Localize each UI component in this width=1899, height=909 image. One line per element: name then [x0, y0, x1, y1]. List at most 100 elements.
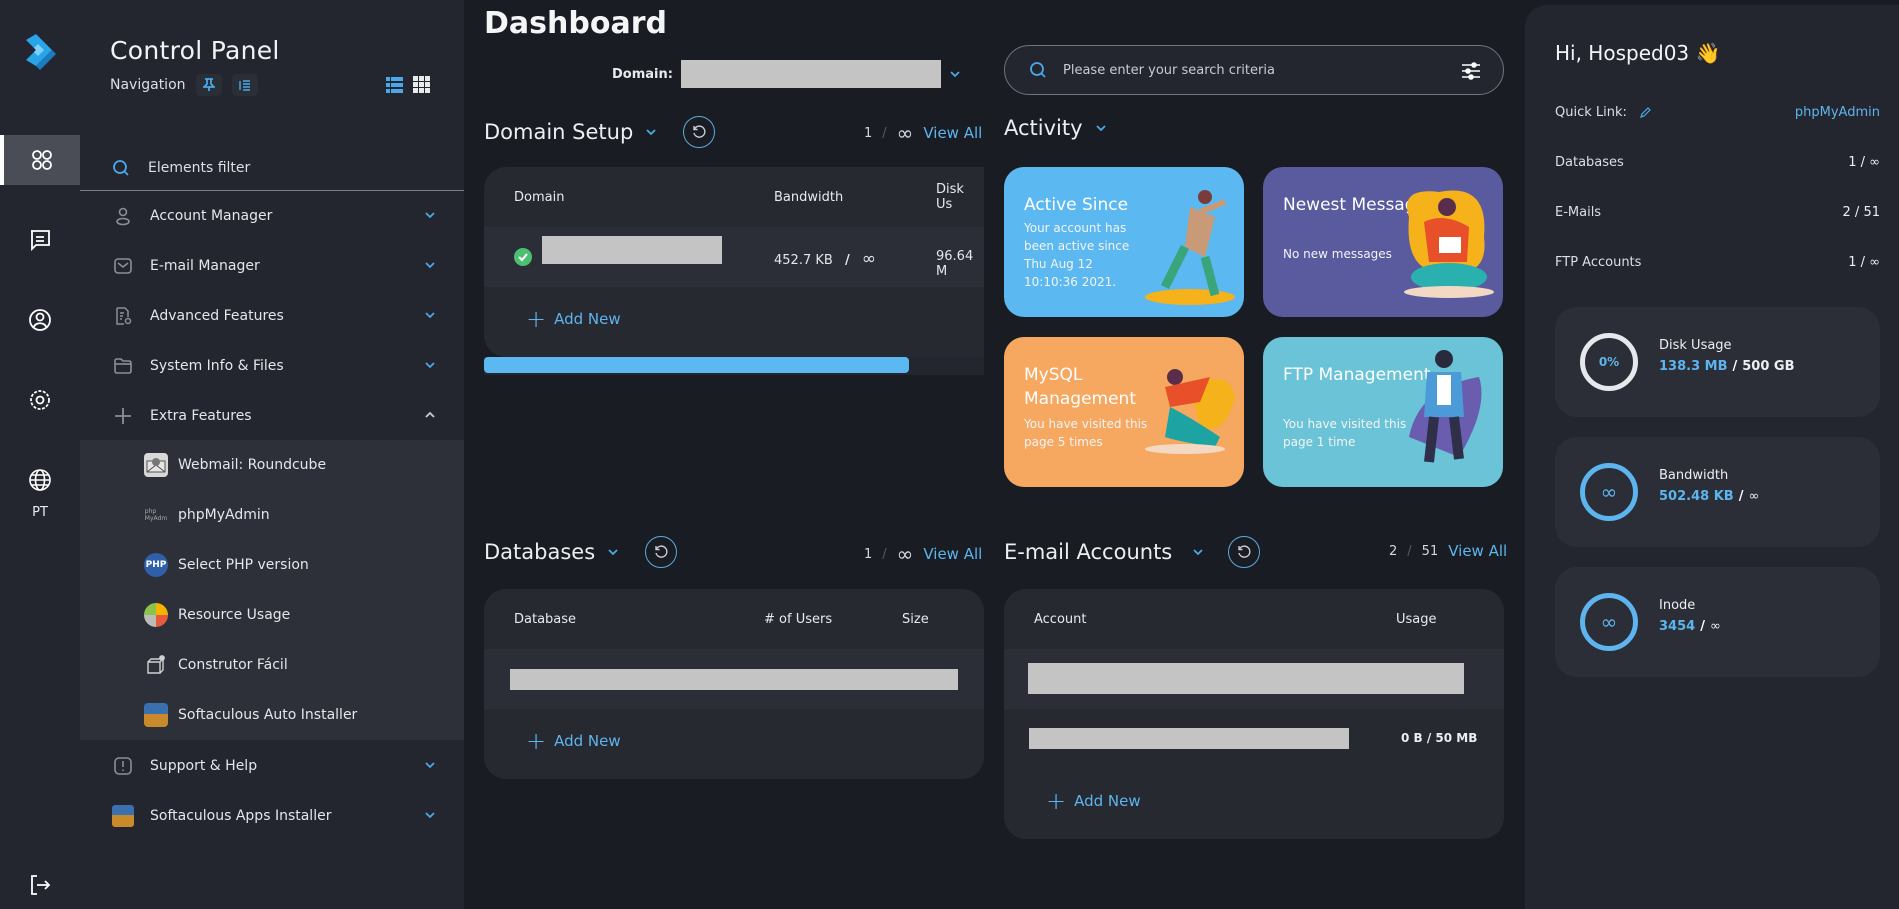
- nav-subtitle: Navigation: [110, 77, 186, 93]
- horizontal-scrollbar-thumb[interactable]: [484, 357, 909, 373]
- domain-setup-header: Domain Setup: [484, 116, 716, 148]
- list-order-button[interactable]: [231, 74, 258, 96]
- disk-usage-card: 0% Disk Usage 138.3 MB/500 GB: [1555, 307, 1880, 417]
- database-add-new-button[interactable]: + Add New: [526, 729, 621, 753]
- plus-icon: +: [526, 727, 547, 755]
- add-new-label: Add New: [554, 732, 621, 750]
- chevron-down-icon: [425, 312, 435, 319]
- search-placeholder: Please enter your search criteria: [1063, 62, 1275, 78]
- domain-setup-refresh-button[interactable]: [683, 116, 716, 148]
- usage-title: Inode: [1659, 598, 1696, 613]
- databases-counter: 1 / ∞ View All: [864, 542, 983, 566]
- builder-icon: [144, 653, 168, 677]
- email-accounts-refresh-button[interactable]: [1228, 536, 1261, 568]
- activity-card-active-since[interactable]: Active Since Your account has been activ…: [1004, 167, 1244, 317]
- submenu-item-resource-usage[interactable]: Resource Usage: [144, 590, 444, 640]
- nav-section-label: Softaculous Apps Installer: [150, 808, 332, 824]
- logout-icon: [31, 875, 51, 895]
- domain-add-new-button[interactable]: + Add New: [526, 307, 621, 331]
- nav-section-label: System Info & Files: [150, 358, 284, 374]
- navigation-panel: Control Panel Navigation Elements filter…: [80, 0, 464, 909]
- limit-value: ∞: [896, 121, 914, 145]
- table-row[interactable]: 0 B / 50 MB: [1004, 709, 1504, 769]
- stat-label: E-Mails: [1555, 205, 1602, 220]
- rail-settings-button[interactable]: [0, 375, 80, 425]
- usage-title: Disk Usage: [1659, 338, 1732, 353]
- domain-setup-title: Domain Setup: [484, 120, 634, 144]
- column-header: Account: [1034, 611, 1087, 627]
- submenu-item-construtor-facil[interactable]: Construtor Fácil: [144, 640, 444, 690]
- nav-section-label: E-mail Manager: [150, 258, 260, 274]
- nav-section-extra-features[interactable]: Extra Features: [80, 391, 464, 441]
- disk-usage-cell: 96.64 M: [936, 249, 974, 279]
- limit-value: ∞: [896, 542, 914, 566]
- rail-dashboard-button[interactable]: [0, 135, 80, 185]
- domain-label: Domain:: [612, 66, 673, 82]
- email-add-new-button[interactable]: + Add New: [1046, 789, 1141, 813]
- usage-title: Bandwidth: [1659, 468, 1729, 483]
- submenu-item-softaculous-auto-installer[interactable]: Softaculous Auto Installer: [144, 690, 444, 740]
- nav-subtitle-row: Navigation: [110, 74, 258, 96]
- refresh-icon: [693, 125, 706, 138]
- greeting: Hi, Hosped03 👋: [1555, 41, 1720, 65]
- search-input[interactable]: Please enter your search criteria: [1004, 45, 1504, 95]
- submenu-item-webmail-roundcube[interactable]: Webmail: Roundcube: [144, 440, 444, 490]
- chevron-down-icon[interactable]: [1095, 122, 1107, 134]
- horizontal-scrollbar-track[interactable]: [484, 357, 984, 375]
- extra-features-submenu: Webmail: Roundcube php MyAdm phpMyAdmin P…: [80, 440, 464, 740]
- logo-icon: [26, 34, 56, 70]
- submenu-item-phpmyadmin[interactable]: php MyAdm phpMyAdmin: [144, 490, 444, 540]
- chevron-down-icon: [425, 262, 435, 269]
- nav-section-softaculous-apps-installer[interactable]: Softaculous Apps Installer: [80, 791, 464, 841]
- table-row[interactable]: 452.7 KB / ∞ 96.64 M: [484, 227, 984, 287]
- stat-row-databases: Databases 1 / ∞: [1555, 155, 1880, 170]
- rail-language-button[interactable]: [0, 455, 80, 505]
- elements-filter-input[interactable]: Elements filter: [80, 145, 464, 191]
- databases-view-all-link[interactable]: View All: [923, 545, 982, 563]
- nav-section-system-info-files[interactable]: System Info & Files: [80, 341, 464, 391]
- chevron-down-icon[interactable]: [949, 68, 961, 80]
- databases-refresh-button[interactable]: [645, 536, 678, 568]
- list-view-button[interactable]: [386, 76, 403, 93]
- chevron-down-icon: [425, 762, 435, 769]
- alert-icon: [112, 755, 134, 777]
- logout-button[interactable]: [0, 860, 80, 909]
- nav-section-label: Support & Help: [150, 758, 258, 774]
- chevron-down-icon[interactable]: [607, 546, 619, 558]
- domain-select-value-redacted[interactable]: [680, 60, 941, 88]
- submenu-item-select-php-version[interactable]: PHP Select PHP version: [144, 540, 444, 590]
- stat-value: 1 / ∞: [1848, 155, 1880, 170]
- quick-link-phpmyadmin[interactable]: phpMyAdmin: [1795, 105, 1880, 120]
- nav-section-advanced-features[interactable]: Advanced Features: [80, 291, 464, 341]
- nav-section-email-manager[interactable]: E-mail Manager: [80, 241, 464, 291]
- submenu-item-label: Select PHP version: [178, 557, 309, 573]
- activity-card-newest-message[interactable]: Newest Message No new messages: [1263, 167, 1503, 317]
- column-header: Database: [514, 611, 577, 627]
- column-header: Bandwidth: [774, 189, 844, 205]
- chevron-down-icon[interactable]: [1192, 546, 1204, 558]
- databases-title: Databases: [484, 540, 596, 564]
- stat-row-ftp-accounts: FTP Accounts 1 / ∞: [1555, 255, 1880, 270]
- domain-selector[interactable]: Domain:: [612, 60, 961, 88]
- filter-settings-icon[interactable]: [1461, 61, 1481, 81]
- domain-setup-view-all-link[interactable]: View All: [923, 124, 982, 142]
- email-accounts-view-all-link[interactable]: View All: [1448, 542, 1507, 560]
- pencil-icon[interactable]: [1639, 106, 1651, 119]
- activity-card-ftp-management[interactable]: FTP Management You have visited this pag…: [1263, 337, 1503, 487]
- table-row[interactable]: [484, 649, 984, 709]
- nav-section-support-help[interactable]: Support & Help: [80, 741, 464, 791]
- chevron-down-icon[interactable]: [645, 126, 657, 138]
- reading-person-illustration: [1404, 190, 1494, 298]
- grid-view-button[interactable]: [413, 76, 430, 93]
- rail-messages-button[interactable]: [0, 215, 80, 265]
- wave-icon: 👋: [1695, 41, 1721, 65]
- stat-label: FTP Accounts: [1555, 255, 1642, 270]
- nav-section-label: Account Manager: [150, 208, 273, 224]
- activity-card-mysql-management[interactable]: MySQL Management You have visited this p…: [1004, 337, 1244, 487]
- nav-section-account-manager[interactable]: Account Manager: [80, 191, 464, 241]
- table-row[interactable]: [1004, 649, 1504, 709]
- user-icon: [112, 205, 134, 227]
- rail-account-button[interactable]: [0, 295, 80, 345]
- pin-button[interactable]: [195, 74, 222, 96]
- language-code[interactable]: PT: [0, 505, 80, 520]
